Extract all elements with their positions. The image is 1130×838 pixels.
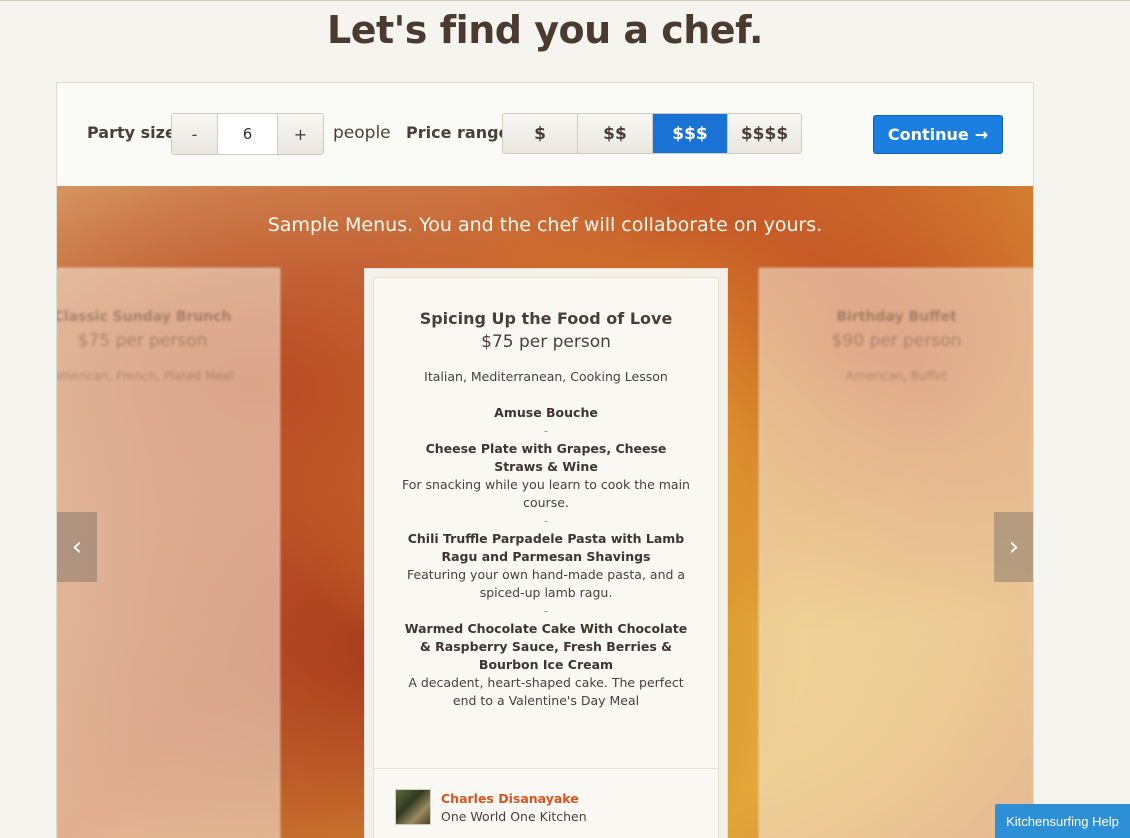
course-list: Amuse Bouche - Cheese Plate with Grapes,…	[374, 404, 718, 710]
menu-price: $75 per person	[481, 332, 611, 352]
menu-card-title: Classic Sunday Brunch	[57, 309, 232, 325]
price-range-selector: $ $$ $$$ $$$$	[502, 113, 802, 154]
top-border	[0, 0, 1130, 1]
chef-avatar[interactable]	[395, 789, 431, 825]
increment-button[interactable]: +	[278, 114, 323, 154]
chevron-right-icon[interactable]: ›	[994, 512, 1033, 582]
sample-menus-carousel: Sample Menus. You and the chef will coll…	[57, 186, 1033, 838]
menu-card-tags: American, Buffet	[846, 369, 947, 383]
chevron-left-icon[interactable]: ‹	[57, 512, 97, 582]
carousel-caption: Sample Menus. You and the chef will coll…	[267, 214, 823, 236]
continue-button[interactable]: Continue →	[873, 115, 1003, 154]
course-description: For snacking while you learn to cook the…	[402, 477, 690, 510]
course-name: Amuse Bouche	[494, 405, 598, 420]
course-name: Chili Truffle Parpadele Pasta with Lamb …	[407, 531, 685, 564]
course-description: Featuring your own hand-made pasta, and …	[406, 567, 686, 600]
people-label: people	[333, 123, 391, 143]
course-separator: -	[543, 424, 549, 438]
menu-card-price: $90 per person	[831, 331, 962, 351]
party-size-input[interactable]: 6	[217, 114, 278, 154]
price-option-4[interactable]: $$$$	[728, 114, 801, 153]
course-description: A decadent, heart-shaped cake. The perfe…	[408, 675, 684, 708]
menu-card-inner: Spicing Up the Food of Love $75 per pers…	[373, 277, 719, 838]
page-title: Let's find you a chef.	[327, 8, 763, 52]
continue-label: Continue	[887, 125, 969, 144]
price-range-label: Price range	[406, 123, 510, 142]
menu-card-next[interactable]: Birthday Buffet $90 per person American,…	[759, 268, 1033, 838]
course-name: Cheese Plate with Grapes, Cheese Straws …	[425, 441, 667, 474]
menu-card-active: Spicing Up the Food of Love $75 per pers…	[364, 268, 728, 838]
course-name: Warmed Chocolate Cake With Chocolate & R…	[404, 621, 688, 672]
filter-controls: Party size - 6 + people Price range $ $$…	[57, 83, 1033, 186]
menu-title: Spicing Up the Food of Love	[419, 309, 673, 328]
price-option-1[interactable]: $	[503, 114, 578, 153]
price-option-2[interactable]: $$	[578, 114, 653, 153]
menu-card-price: $75 per person	[77, 331, 208, 351]
course-separator: -	[543, 514, 549, 528]
help-button[interactable]: Kitchensurfing Help	[995, 804, 1130, 838]
decrement-button[interactable]: -	[172, 114, 217, 154]
menu-card-title: Birthday Buffet	[836, 309, 957, 325]
party-size-stepper: - 6 +	[171, 113, 324, 155]
chef-finder-panel: Party size - 6 + people Price range $ $$…	[56, 82, 1034, 838]
menu-tags: Italian, Mediterranean, Cooking Lesson	[424, 369, 668, 384]
party-size-label: Party size	[87, 123, 176, 142]
chef-info: Charles Disanayake One World One Kitchen	[374, 768, 718, 838]
chef-name-link[interactable]: Charles Disanayake	[441, 791, 579, 806]
chef-company: One World One Kitchen	[441, 809, 587, 824]
menu-card-tags: American, French, Plated Meal	[57, 369, 234, 383]
price-option-3-selected[interactable]: $$$	[653, 114, 728, 153]
course-separator: -	[543, 604, 549, 618]
arrow-right-icon: →	[974, 125, 989, 144]
